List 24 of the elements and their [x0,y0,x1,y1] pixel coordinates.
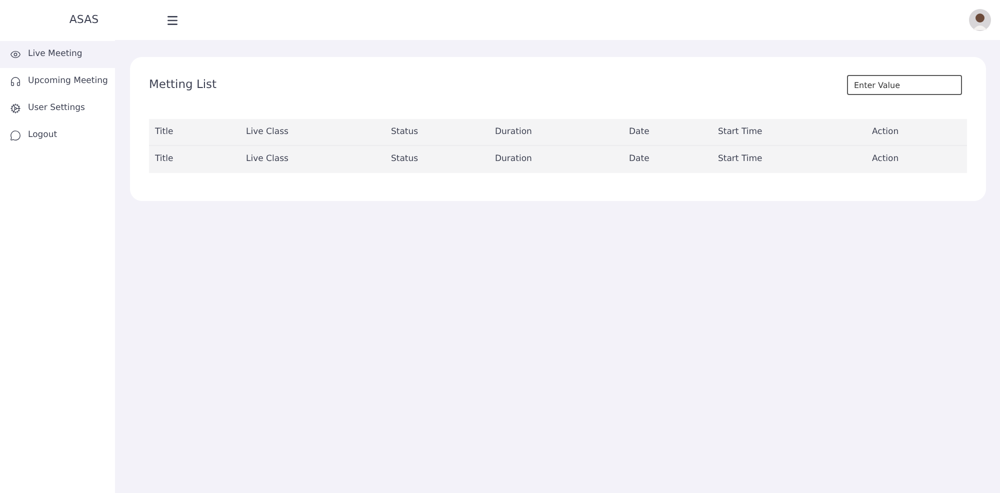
column-header: Title [154,126,174,138]
table-cell-text: Duration [494,153,533,166]
sidebar-item[interactable]: Live Meeting [0,41,115,68]
brand-logo: ASAS [68,12,100,28]
gear-icon [10,103,21,114]
column-header: Live Class [245,126,290,138]
column-header: Action [871,126,900,138]
table-cell-text: Live Class [245,153,290,166]
table-cell-text: Status [390,153,420,166]
column-header: Duration [494,126,533,138]
card-title: Metting List [149,76,217,93]
table-cell-text: Title [154,153,174,166]
table-cell-text: Start Time [717,153,764,166]
menu-icon[interactable] [166,14,179,26]
table-cell-text: Action [871,153,900,166]
table-cell-text: Date [628,153,650,166]
column-header: Status [390,126,420,138]
search-field[interactable]: Enter Value [847,75,962,95]
avatar[interactable] [969,9,991,31]
chat-bubble-icon [10,130,21,141]
headset-icon [10,76,21,87]
eye-icon [10,49,21,60]
column-header: Start Time [717,126,764,138]
column-header: Date [628,126,650,138]
